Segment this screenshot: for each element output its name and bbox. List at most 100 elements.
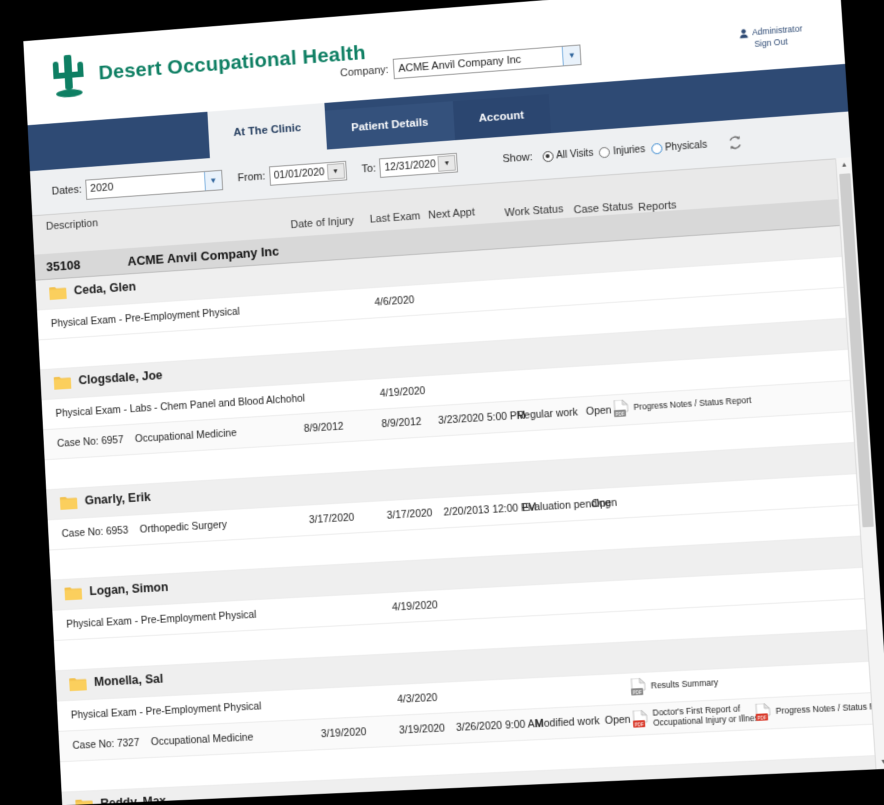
chevron-down-icon[interactable]: ▼ bbox=[204, 170, 222, 190]
cactus-icon bbox=[48, 52, 88, 101]
folder-icon bbox=[49, 285, 67, 300]
show-filter-group: Show: All Visits Injuries Physicals bbox=[502, 134, 743, 167]
company-name: ACME Anvil Company Inc bbox=[127, 243, 279, 268]
radio-injuries-dot[interactable] bbox=[599, 146, 611, 158]
grid-rows: Ceda, Glen Physical Exam - Pre-Employment… bbox=[36, 225, 884, 805]
radio-injuries-label: Injuries bbox=[613, 144, 646, 157]
row-description: Physical Exam - Pre-Employment Physical bbox=[51, 306, 240, 330]
folder-icon bbox=[54, 375, 72, 390]
company-label: Company: bbox=[340, 59, 389, 79]
report-label: Progress Notes / Status Report bbox=[775, 701, 884, 717]
cell-work-status: Regular work bbox=[516, 406, 578, 422]
application-window: Desert Occupational Health Company: ACME… bbox=[23, 0, 884, 805]
person-icon bbox=[738, 28, 750, 40]
radio-all-visits[interactable]: All Visits bbox=[542, 147, 594, 161]
from-label: From: bbox=[237, 171, 265, 185]
folder-icon bbox=[64, 586, 82, 601]
case-number: Case No: 7327 bbox=[72, 737, 140, 752]
cell-last-exam: 4/19/2020 bbox=[392, 599, 438, 613]
page-title: Desert Occupational Health bbox=[98, 42, 366, 86]
to-date-picker[interactable]: 12/31/2020 ▼ bbox=[379, 153, 458, 178]
row-description: Occupational Medicine bbox=[151, 732, 254, 749]
column-header-date-of-injury: Date of Injury bbox=[290, 215, 354, 231]
patient-name: Ceda, Glen bbox=[74, 280, 137, 298]
cell-last-exam: 3/19/2020 bbox=[399, 722, 446, 736]
cell-last-exam: 4/19/2020 bbox=[379, 385, 425, 400]
scroll-up-arrow-icon[interactable]: ▲ bbox=[836, 157, 852, 172]
cell-case-status: Open bbox=[604, 714, 630, 727]
show-label: Show: bbox=[502, 151, 533, 165]
report-link[interactable]: PDF Progress Notes / Status Report bbox=[755, 697, 884, 722]
from-date-value: 01/01/2020 bbox=[270, 166, 325, 182]
chevron-down-icon[interactable]: ▼ bbox=[326, 163, 344, 180]
patient-name: Clogsdale, Joe bbox=[78, 368, 163, 387]
logo-area: Desert Occupational Health bbox=[23, 14, 367, 102]
screen-stage: Desert Occupational Health Company: ACME… bbox=[0, 0, 884, 802]
dates-dropdown[interactable]: 2020 ▼ bbox=[85, 169, 223, 199]
radio-physicals-label: Physicals bbox=[665, 139, 708, 153]
patient-name: Reddy, Max bbox=[100, 794, 166, 805]
folder-icon bbox=[60, 495, 78, 510]
cell-case-status: Open bbox=[591, 497, 617, 510]
company-selector: Company: ACME Anvil Company Inc ▼ bbox=[340, 44, 582, 83]
to-label: To: bbox=[361, 163, 376, 176]
cell-next-appt: 3/26/2020 9:00 AM bbox=[456, 718, 544, 734]
patient-name: Monella, Sal bbox=[94, 672, 164, 689]
case-number: Case No: 6953 bbox=[61, 525, 128, 540]
radio-physicals-dot[interactable] bbox=[651, 142, 663, 154]
clinic-grid: Description Date of Injury Last Exam Nex… bbox=[32, 157, 884, 805]
cell-last-exam: 3/17/2020 bbox=[386, 507, 432, 521]
report-link[interactable]: PDF Progress Notes / Status Report bbox=[613, 392, 752, 418]
cell-case-status: Open bbox=[586, 404, 612, 417]
row-description: Physical Exam - Pre-Employment Physical bbox=[71, 700, 262, 721]
dates-value: 2020 bbox=[86, 182, 114, 195]
case-number: Case No: 6957 bbox=[57, 434, 124, 450]
cell-last-exam: 4/6/2020 bbox=[374, 294, 414, 308]
svg-text:PDF: PDF bbox=[757, 715, 767, 721]
column-header-work-status: Work Status bbox=[504, 203, 563, 219]
company-dropdown[interactable]: ACME Anvil Company Inc ▼ bbox=[393, 44, 582, 79]
report-label: Results Summary bbox=[651, 678, 719, 691]
company-number: 35108 bbox=[34, 254, 127, 275]
scroll-down-arrow-icon[interactable]: ▼ bbox=[876, 754, 884, 769]
svg-text:PDF: PDF bbox=[632, 690, 642, 696]
cell-date-of-injury: 8/9/2012 bbox=[304, 421, 344, 435]
pdf-icon[interactable]: PDF bbox=[613, 399, 630, 418]
to-date-value: 12/31/2020 bbox=[380, 158, 436, 174]
radio-all-visits-dot[interactable] bbox=[542, 150, 553, 162]
patient-name: Logan, Simon bbox=[89, 580, 169, 598]
radio-physicals[interactable]: Physicals bbox=[651, 139, 708, 154]
report-link[interactable]: PDF Doctor's First Report of Occupational… bbox=[632, 703, 763, 729]
chevron-down-icon[interactable]: ▼ bbox=[438, 155, 456, 172]
row-description: Orthopedic Surgery bbox=[139, 519, 227, 536]
report-label: Progress Notes / Status Report bbox=[633, 396, 751, 413]
pdf-icon[interactable]: PDF bbox=[632, 710, 649, 729]
column-header-last-exam: Last Exam bbox=[370, 210, 421, 225]
cell-last-exam: 4/3/2020 bbox=[397, 692, 438, 706]
patient-name: Gnarly, Erik bbox=[84, 490, 151, 507]
cell-date-of-injury: 3/17/2020 bbox=[309, 512, 355, 526]
row-description: Physical Exam - Pre-Employment Physical bbox=[66, 609, 257, 631]
company-value: ACME Anvil Company Inc bbox=[394, 53, 521, 74]
radio-all-visits-label: All Visits bbox=[556, 147, 594, 160]
svg-text:PDF: PDF bbox=[634, 721, 644, 727]
cell-next-appt: 3/23/2020 5:00 PM bbox=[438, 410, 526, 427]
refresh-icon[interactable] bbox=[727, 134, 744, 151]
report-label: Doctor's First Report of Occupational In… bbox=[652, 703, 763, 728]
cell-date-of-injury: 3/19/2020 bbox=[321, 726, 367, 740]
from-date-picker[interactable]: 01/01/2020 ▼ bbox=[269, 161, 347, 186]
report-link[interactable]: PDF Results Summary bbox=[630, 674, 719, 696]
cell-work-status: Modified work bbox=[535, 715, 600, 730]
radio-injuries[interactable]: Injuries bbox=[599, 144, 645, 158]
svg-text:PDF: PDF bbox=[615, 411, 625, 417]
pdf-icon[interactable]: PDF bbox=[630, 678, 647, 697]
folder-icon bbox=[69, 677, 87, 692]
column-header-next-appt: Next Appt bbox=[428, 207, 475, 222]
pdf-icon[interactable]: PDF bbox=[755, 703, 772, 722]
chevron-down-icon[interactable]: ▼ bbox=[562, 45, 581, 65]
cell-last-exam: 8/9/2012 bbox=[381, 416, 422, 430]
dates-label: Dates: bbox=[51, 184, 82, 198]
row-description: Occupational Medicine bbox=[135, 427, 237, 445]
account-area: Administrator Sign Out bbox=[738, 23, 804, 51]
column-header-description: Description bbox=[46, 217, 99, 232]
